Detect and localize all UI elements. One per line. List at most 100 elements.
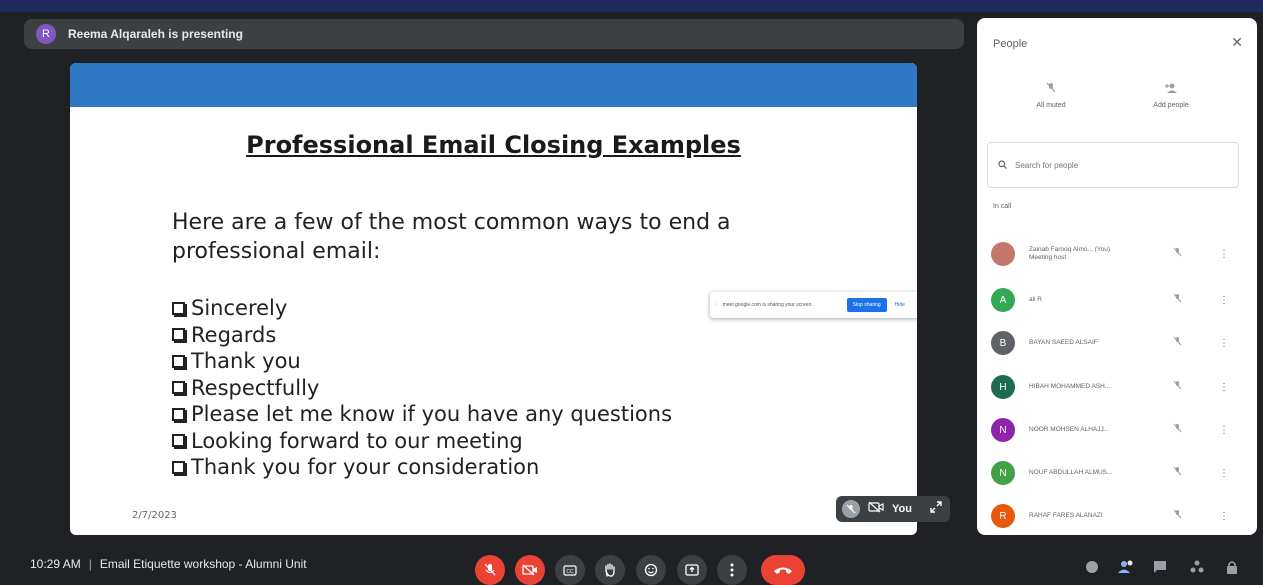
more-vert-icon bbox=[730, 563, 734, 577]
info-icon[interactable] bbox=[1085, 560, 1099, 579]
participant-more-icon[interactable]: ⋮ bbox=[1219, 338, 1229, 349]
panel-title: People bbox=[993, 38, 1028, 50]
participant-avatar bbox=[991, 242, 1015, 266]
slide-date: 2/7/2023 bbox=[132, 510, 177, 521]
camera-toggle-button[interactable] bbox=[515, 555, 545, 585]
clock-time: 10:29 AM bbox=[30, 557, 81, 571]
participant-name-block: NOUF ABDULLAH ALMUS... bbox=[1029, 469, 1159, 477]
participant-row[interactable]: Zainab Farooq Almo... (You) Meeting host ⋮ bbox=[991, 242, 1241, 266]
lock-icon[interactable] bbox=[1226, 560, 1238, 579]
add-people-label: Add people bbox=[1153, 102, 1189, 109]
participant-mic-off-icon bbox=[1173, 334, 1182, 352]
participant-avatar: N bbox=[991, 418, 1015, 442]
participant-name-block: ali R bbox=[1029, 296, 1159, 304]
present-screen-icon bbox=[685, 564, 699, 576]
camera-off-icon bbox=[868, 500, 884, 518]
participant-row[interactable]: N NOUF ABDULLAH ALMUS... ⋮ bbox=[991, 461, 1241, 485]
activities-icon[interactable] bbox=[1190, 560, 1204, 579]
slide-list: Sincerely Regards Thank you Respectfully… bbox=[172, 295, 672, 481]
participant-avatar: A bbox=[991, 288, 1015, 312]
list-item: Thank you for your consideration bbox=[172, 454, 672, 481]
participant-name: NOUF ABDULLAH ALMUS... bbox=[1029, 469, 1113, 476]
more-options-button[interactable] bbox=[717, 555, 747, 585]
participant-role: Meeting host bbox=[1029, 254, 1067, 261]
participant-row[interactable]: Aali R ⋮ bbox=[991, 288, 1241, 312]
meeting-info: 10:29 AM | Email Etiquette workshop - Alum… bbox=[30, 557, 307, 571]
participant-mic-off-icon bbox=[1173, 245, 1182, 263]
captions-icon: CC bbox=[563, 564, 577, 576]
search-input[interactable] bbox=[1013, 159, 1217, 171]
mic-off-icon bbox=[842, 500, 860, 518]
leave-call-button[interactable] bbox=[761, 555, 805, 585]
present-button[interactable] bbox=[677, 555, 707, 585]
screen-share-popup: ⁝ meet.google.com is sharing your screen… bbox=[710, 292, 917, 318]
close-icon[interactable]: ✕ bbox=[1231, 34, 1243, 51]
participant-row[interactable]: H HIBAH MOHAMMED ASH... ⋮ bbox=[991, 375, 1241, 399]
mic-toggle-button[interactable] bbox=[475, 555, 505, 585]
people-panel: People ✕ All muted Add people In call Za… bbox=[977, 18, 1257, 535]
list-item: Sincerely bbox=[172, 295, 672, 322]
all-muted-label: All muted bbox=[1036, 102, 1066, 109]
list-item: Looking forward to our meeting bbox=[172, 428, 672, 455]
participant-mic-off-icon bbox=[1173, 378, 1182, 396]
participant-row[interactable]: B BAYAN SAEED ALSAIF ⋮ bbox=[991, 331, 1241, 355]
participant-row[interactable]: N NOOR MOHSEN ALHAJJ... ⋮ bbox=[991, 418, 1241, 442]
participant-row[interactable]: R RAHAF FARES ALANAZI ⋮ bbox=[991, 504, 1241, 528]
checkbox-icon bbox=[172, 328, 185, 342]
captions-button[interactable]: CC bbox=[555, 555, 585, 585]
participant-avatar: H bbox=[991, 375, 1015, 399]
self-view-label: You bbox=[892, 503, 912, 515]
end-call-icon bbox=[774, 567, 792, 574]
participant-mic-off-icon bbox=[1173, 507, 1182, 525]
shared-slide: Professional Email Closing Examples Here… bbox=[70, 63, 917, 535]
reactions-button[interactable] bbox=[636, 555, 666, 585]
hide-button[interactable]: Hide bbox=[895, 302, 905, 308]
presenter-avatar: R bbox=[36, 24, 56, 44]
meeting-name: Email Etiquette workshop - Alumni Unit bbox=[99, 557, 307, 571]
stop-sharing-button[interactable]: Stop sharing bbox=[846, 298, 887, 312]
search-icon bbox=[998, 156, 1007, 174]
participant-name-block: BAYAN SAEED ALSAIF bbox=[1029, 339, 1159, 347]
self-view-chip: You bbox=[836, 496, 950, 522]
checkbox-icon bbox=[172, 381, 185, 395]
slide-title: Professional Email Closing Examples bbox=[246, 131, 741, 159]
slide-intro: Here are a few of the most common ways t… bbox=[172, 210, 731, 264]
search-people-box[interactable] bbox=[987, 142, 1239, 188]
participant-more-icon[interactable]: ⋮ bbox=[1219, 382, 1229, 393]
share-popup-text: meet.google.com is sharing your screen. bbox=[722, 302, 813, 308]
camera-off-icon bbox=[522, 564, 537, 576]
participant-name-block: RAHAF FARES ALANAZI bbox=[1029, 512, 1159, 520]
mic-off-icon bbox=[1001, 82, 1101, 96]
checkbox-icon bbox=[172, 301, 185, 315]
participant-more-icon[interactable]: ⋮ bbox=[1219, 249, 1229, 260]
add-people-button[interactable]: Add people bbox=[1121, 82, 1221, 109]
participant-name-block: HIBAH MOHAMMED ASH... bbox=[1029, 383, 1159, 391]
participant-avatar: N bbox=[991, 461, 1015, 485]
people-icon[interactable] bbox=[1118, 560, 1134, 579]
top-strip bbox=[0, 0, 1263, 12]
participant-more-icon[interactable]: ⋮ bbox=[1219, 295, 1229, 306]
participant-more-icon[interactable]: ⋮ bbox=[1219, 511, 1229, 522]
in-call-label: In call bbox=[993, 203, 1012, 210]
checkbox-icon bbox=[172, 434, 185, 448]
expand-icon[interactable] bbox=[930, 500, 942, 518]
hand-icon bbox=[605, 563, 615, 577]
chat-icon[interactable] bbox=[1153, 560, 1167, 579]
participant-name: ali R bbox=[1029, 296, 1043, 303]
separator: | bbox=[88, 557, 92, 571]
presenter-text: Reema Alqaraleh is presenting bbox=[68, 27, 243, 41]
svg-text:CC: CC bbox=[566, 569, 574, 575]
participant-more-icon[interactable]: ⋮ bbox=[1219, 425, 1229, 436]
mic-off-icon bbox=[484, 563, 496, 576]
participant-mic-off-icon bbox=[1173, 291, 1182, 309]
all-muted-button[interactable]: All muted bbox=[1001, 82, 1101, 109]
participant-name: BAYAN SAEED ALSAIF bbox=[1029, 339, 1098, 346]
participant-avatar: R bbox=[991, 504, 1015, 528]
slide-header-band bbox=[70, 63, 917, 107]
participant-mic-off-icon bbox=[1173, 421, 1182, 439]
participant-more-icon[interactable]: ⋮ bbox=[1219, 468, 1229, 479]
raise-hand-button[interactable] bbox=[595, 555, 625, 585]
participant-avatar: B bbox=[991, 331, 1015, 355]
participant-name: Zainab Farooq Almo... (You) bbox=[1029, 246, 1111, 253]
participant-name-block: NOOR MOHSEN ALHAJJ... bbox=[1029, 426, 1159, 434]
